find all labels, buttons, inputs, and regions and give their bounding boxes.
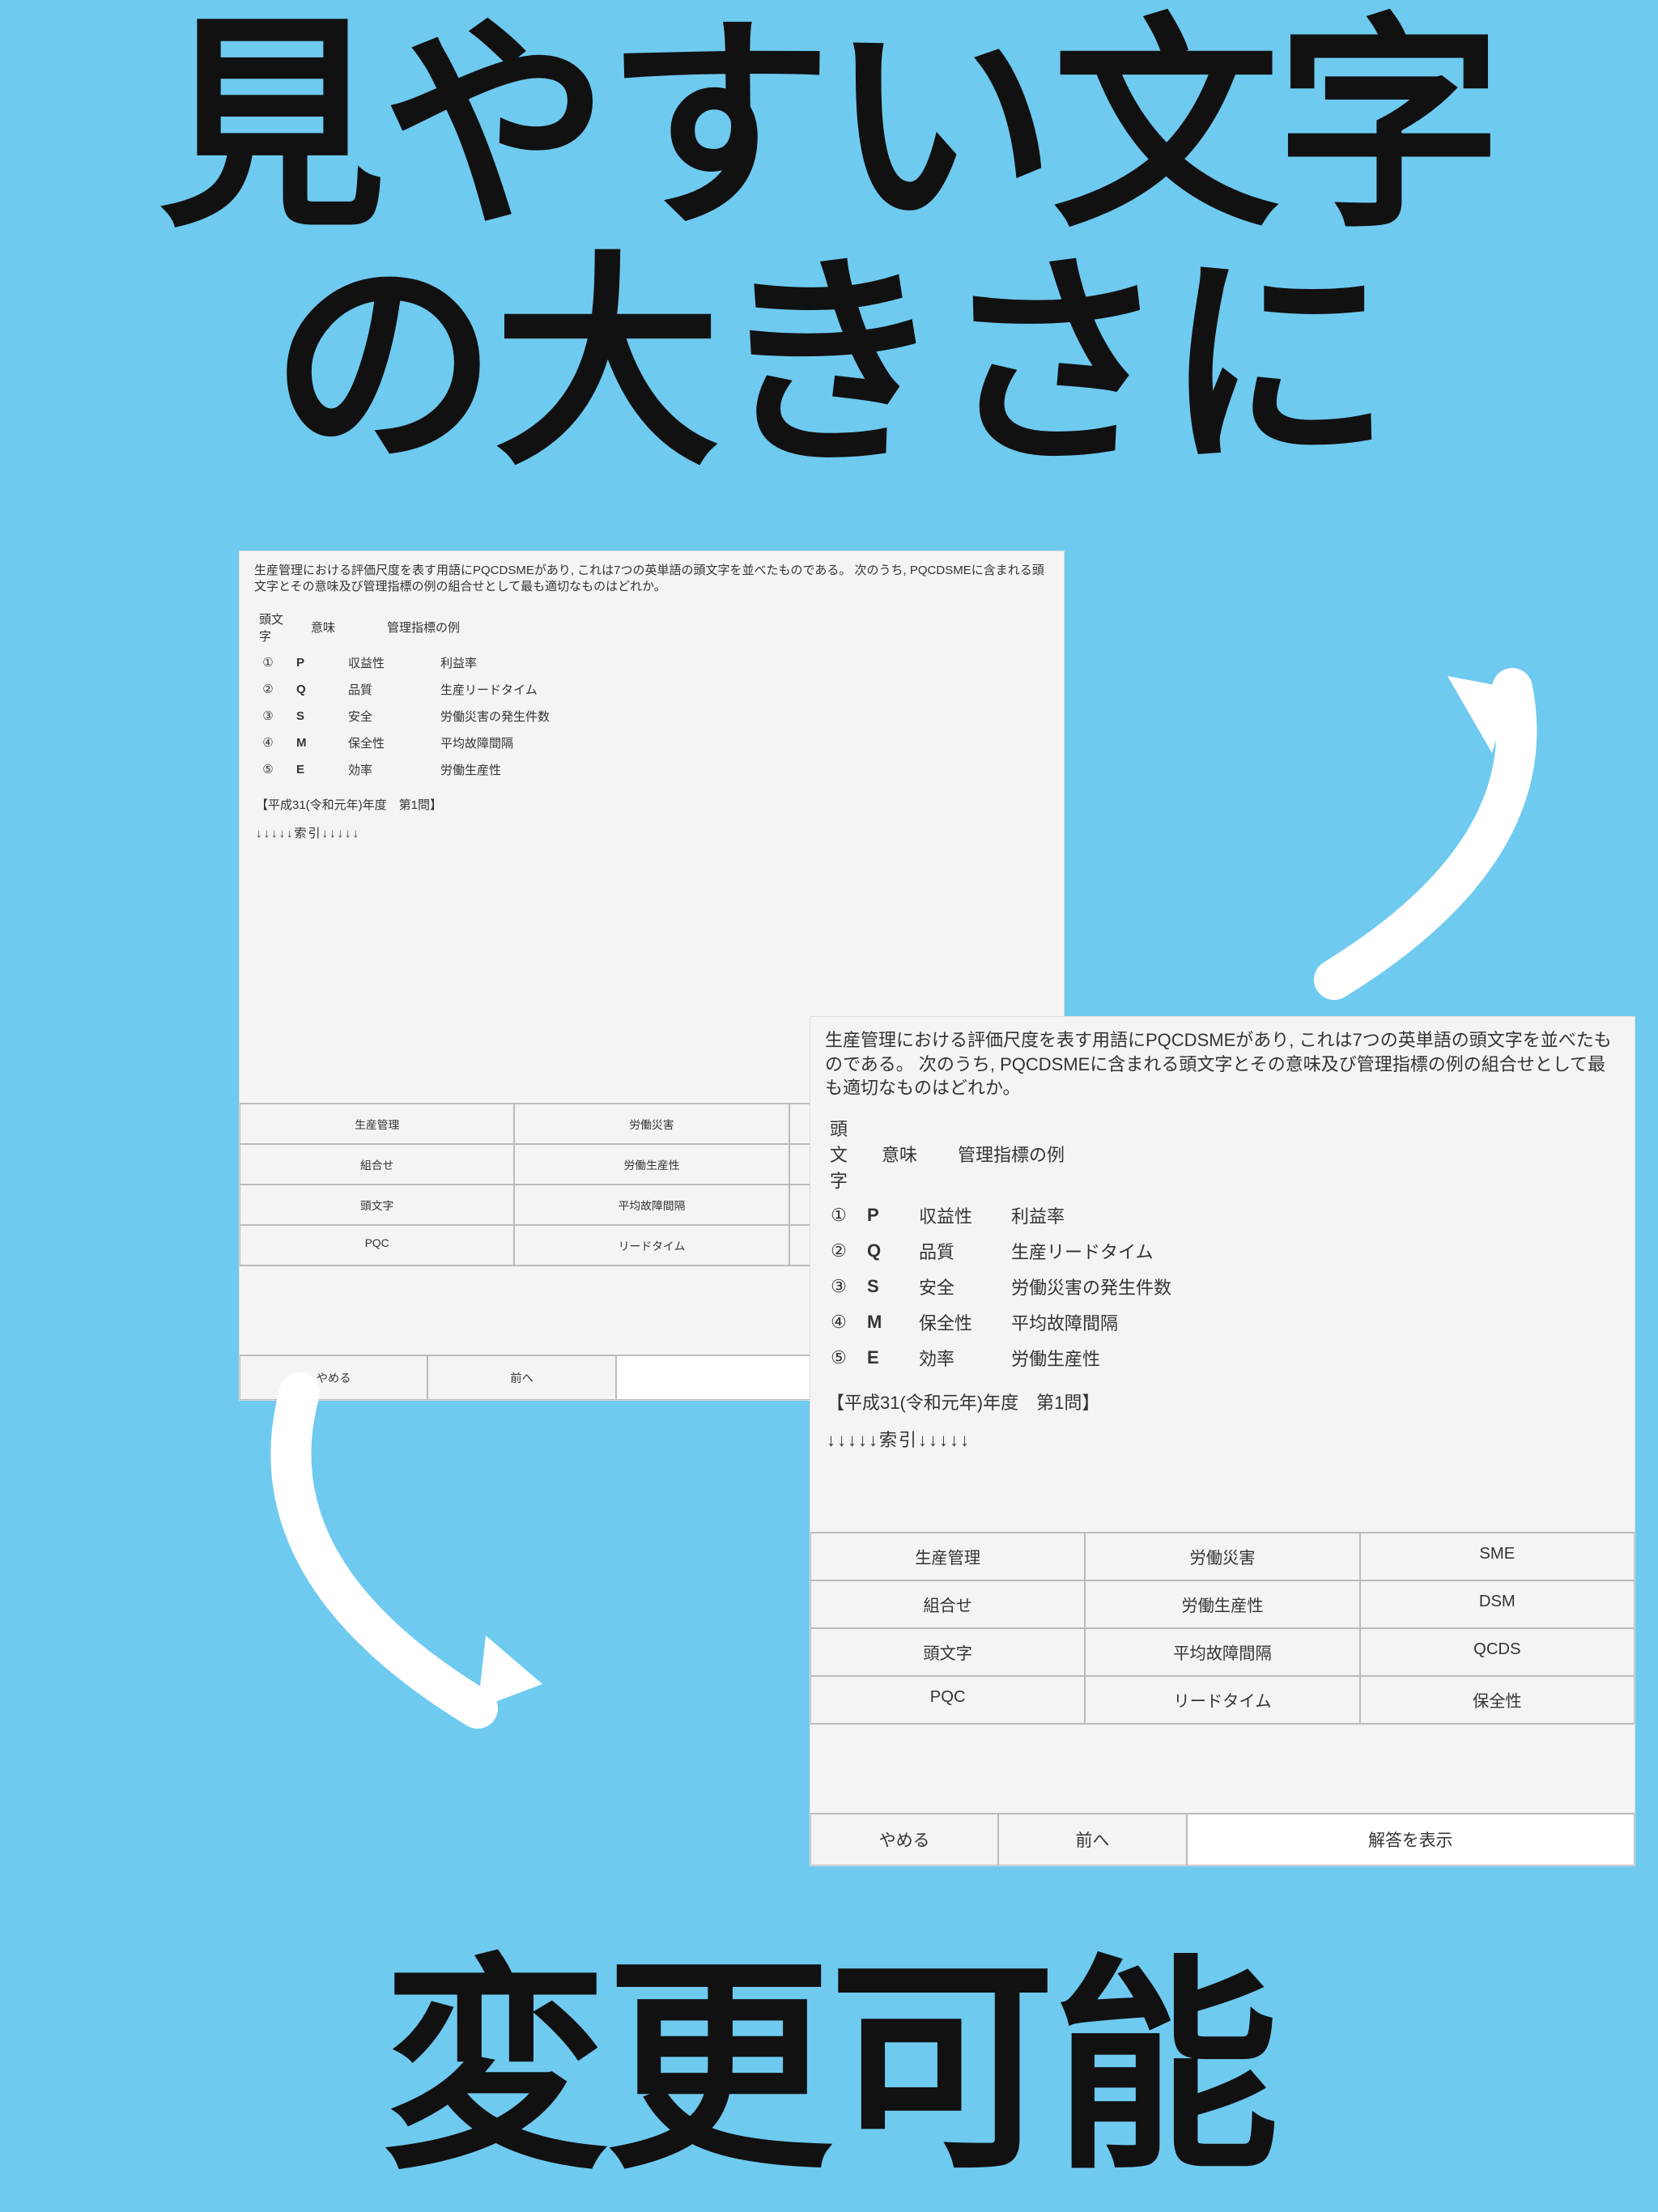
tag[interactable]: QCDS [1360, 1628, 1635, 1676]
tag[interactable]: 労働生産性 [1085, 1580, 1359, 1628]
tag[interactable]: リードタイム [514, 1225, 789, 1266]
option-row[interactable]: ④M保全性平均故障間隔 [259, 730, 1044, 756]
question-text: 生産管理における評価尺度を表す用語にPQCDSMEがあり, これは7つの英単語の… [240, 551, 1064, 599]
tag[interactable]: 労働災害 [514, 1104, 789, 1144]
quiz-panel-large: 生産管理における評価尺度を表す用語にPQCDSMEがあり, これは7つの英単語の… [810, 1016, 1635, 1866]
tag[interactable]: 生産管理 [240, 1104, 514, 1144]
option-row[interactable]: ②Q品質生産リードタイム [259, 676, 1044, 703]
tag[interactable]: 労働生産性 [514, 1144, 789, 1185]
tag[interactable]: 頭文字 [810, 1628, 1085, 1676]
option-row[interactable]: ③S安全労働災害の発生件数 [830, 1269, 1615, 1304]
tag[interactable]: リードタイム [1085, 1676, 1359, 1724]
option-row[interactable]: ①P収益性利益率 [259, 649, 1044, 676]
tag[interactable]: 頭文字 [240, 1185, 514, 1225]
options-block: 頭文字意味管理指標の例 ①P収益性利益率 ②Q品質生産リードタイム ③S安全労働… [240, 599, 1064, 788]
question-meta: 【平成31(令和元年)年度 第1問】 [240, 788, 1064, 821]
tag[interactable]: DSM [1360, 1580, 1635, 1628]
nav-row: やめる 前へ 解答を表示 [810, 1813, 1635, 1865]
question-text: 生産管理における評価尺度を表す用語にPQCDSMEがあり, これは7つの英単語の… [810, 1017, 1635, 1104]
option-row[interactable]: ⑤E効率労働生産性 [259, 756, 1044, 783]
tag[interactable]: PQC [810, 1676, 1085, 1724]
tag[interactable]: 労働災害 [1085, 1533, 1359, 1580]
tag[interactable]: SME [1360, 1533, 1635, 1580]
option-row[interactable]: ①P収益性利益率 [830, 1197, 1615, 1233]
option-row[interactable]: ⑤E効率労働生産性 [830, 1340, 1615, 1376]
tag[interactable]: 平均故障間隔 [514, 1185, 789, 1225]
show-answer-button[interactable]: 解答を表示 [1187, 1814, 1635, 1865]
option-row[interactable]: ④M保全性平均故障間隔 [830, 1304, 1615, 1340]
option-row[interactable]: ②Q品質生産リードタイム [830, 1233, 1615, 1269]
prev-button[interactable]: 前へ [998, 1814, 1186, 1865]
option-row[interactable]: ③S安全労働災害の発生件数 [259, 703, 1044, 730]
index-marker: ↓↓↓↓↓索引↓↓↓↓↓ [240, 821, 1064, 849]
tag[interactable]: 組合せ [240, 1144, 514, 1185]
tag-grid: 生産管理労働災害SME 組合せ労働生産性DSM 頭文字平均故障間隔QCDS PQ… [810, 1532, 1635, 1724]
quit-button[interactable]: やめる [810, 1814, 998, 1865]
headline-top: 見やすい文字の大きさに [0, 8, 1658, 484]
tag[interactable]: 組合せ [810, 1580, 1085, 1628]
arrow-icon [251, 1360, 672, 1741]
tag[interactable]: 生産管理 [810, 1533, 1085, 1580]
tag[interactable]: PQC [240, 1225, 514, 1266]
tag[interactable]: 保全性 [1360, 1676, 1635, 1724]
index-marker: ↓↓↓↓↓索引↓↓↓↓↓ [810, 1423, 1635, 1460]
tag[interactable]: 平均故障間隔 [1085, 1628, 1359, 1676]
options-block: 頭文字意味管理指標の例 ①P収益性利益率 ②Q品質生産リードタイム ③S安全労働… [810, 1104, 1635, 1380]
arrow-icon [1124, 640, 1545, 1020]
question-meta: 【平成31(令和元年)年度 第1問】 [810, 1380, 1635, 1423]
headline-bottom: 変更可能 [0, 1950, 1658, 2188]
